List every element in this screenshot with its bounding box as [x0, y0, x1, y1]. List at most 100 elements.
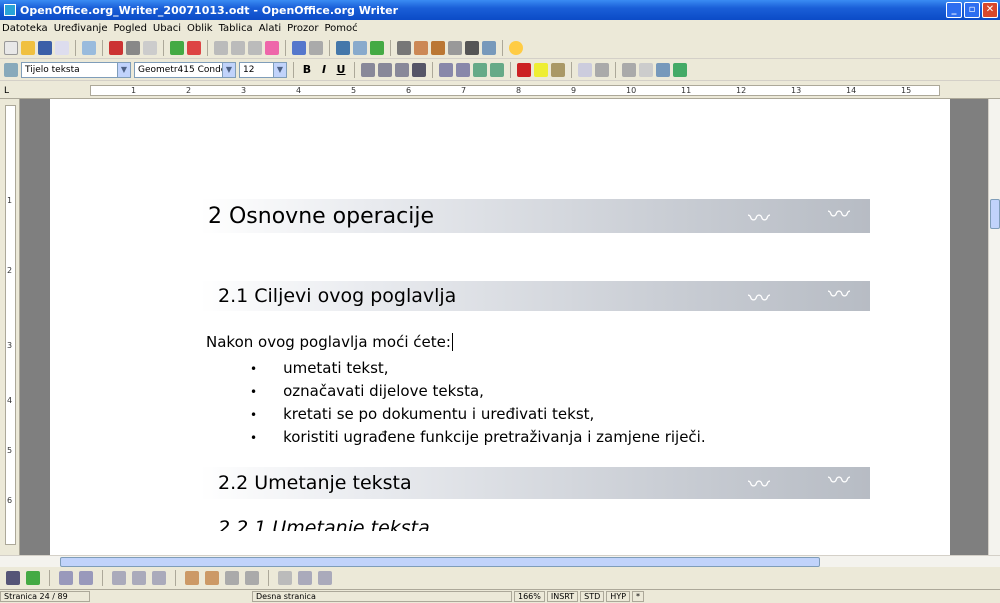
background-color-icon[interactable]	[551, 62, 565, 77]
menu-ubaci[interactable]: Ubaci	[153, 23, 181, 34]
align-left-icon[interactable]	[361, 62, 375, 77]
undo-icon[interactable]	[292, 40, 306, 55]
highlight-icon[interactable]	[534, 62, 548, 77]
points-icon[interactable]	[298, 571, 312, 585]
bullets-icon[interactable]	[456, 62, 470, 77]
open-folder-icon[interactable]	[21, 40, 35, 55]
vertical-ruler[interactable]: 1 2 3 4 5 6	[0, 99, 20, 555]
menu-tablica[interactable]: Tablica	[219, 23, 253, 34]
numbering-icon[interactable]	[439, 62, 453, 77]
heading-1[interactable]: 2 Osnovne operacije	[200, 204, 434, 229]
text-direction-icon[interactable]	[595, 62, 609, 77]
selection-mode-indicator[interactable]: STD	[580, 591, 605, 602]
list-item[interactable]: koristiti ugrađene funkcije pretraživanj…	[250, 426, 870, 449]
decrease-indent-icon[interactable]	[473, 62, 487, 77]
heading-3[interactable]: 2.2.1 Umetanje teksta	[200, 517, 870, 531]
hyperlink-icon[interactable]	[336, 40, 350, 55]
find-replace-icon[interactable]	[397, 40, 411, 55]
spellcheck-icon[interactable]	[170, 40, 184, 55]
help-icon[interactable]	[509, 40, 523, 55]
bold-button[interactable]: B	[300, 63, 314, 76]
menu-pomoc[interactable]: Pomoć	[325, 23, 358, 34]
ellipse-icon[interactable]	[79, 571, 93, 585]
increase-indent-icon[interactable]	[490, 62, 504, 77]
basic-shapes-icon[interactable]	[185, 571, 199, 585]
frame-icon[interactable]	[639, 62, 653, 77]
list-item[interactable]: označavati dijelove teksta,	[250, 380, 870, 403]
print-preview-icon[interactable]	[143, 40, 157, 55]
italic-button[interactable]: I	[317, 63, 331, 76]
menu-oblik[interactable]: Oblik	[187, 23, 213, 34]
image-icon[interactable]	[673, 62, 687, 77]
intro-paragraph[interactable]: Nakon ovog poglavlja moći ćete:​	[200, 333, 870, 351]
menu-datoteka[interactable]: Datoteka	[2, 23, 48, 34]
chevron-down-icon[interactable]: ▼	[117, 62, 130, 77]
heading-2-goals[interactable]: 2.1 Ciljevi ovog poglavlja	[200, 285, 456, 307]
document-page[interactable]: 2 Osnovne operacije 〰 〰 2.1 Ciljevi ovog…	[50, 99, 950, 555]
freeform-icon[interactable]	[112, 571, 126, 585]
copy-icon[interactable]	[231, 40, 245, 55]
autospell-icon[interactable]	[187, 40, 201, 55]
show-draw-icon[interactable]	[370, 40, 384, 55]
cut-icon[interactable]	[214, 40, 228, 55]
horizontal-scrollbar[interactable]	[0, 555, 1000, 567]
format-paintbrush-icon[interactable]	[265, 40, 279, 55]
text-frame[interactable]: 2 Osnovne operacije 〰 〰 2.1 Ciljevi ovog…	[200, 199, 870, 531]
horizontal-scroll-thumb[interactable]	[60, 557, 820, 567]
align-right-icon[interactable]	[395, 62, 409, 77]
chevron-down-icon[interactable]: ▼	[222, 62, 235, 77]
font-name-combo[interactable]: Geometr415 Condensed E ▼	[134, 61, 236, 78]
line-icon[interactable]	[26, 571, 40, 585]
page-style-indicator[interactable]: Desna stranica	[252, 591, 512, 602]
vertical-scrollbar[interactable]	[988, 99, 1000, 555]
menu-alati[interactable]: Alati	[259, 23, 281, 34]
menu-pogled[interactable]: Pogled	[114, 23, 147, 34]
zoom-indicator[interactable]: 166%	[514, 591, 545, 602]
edit-file-icon[interactable]	[82, 40, 96, 55]
font-size-combo[interactable]: 12 ▼	[239, 61, 287, 78]
page-indicator[interactable]: Stranica 24 / 89	[0, 591, 90, 602]
navigator-icon[interactable]	[414, 40, 428, 55]
datasources-icon[interactable]	[448, 40, 462, 55]
columns-icon[interactable]	[622, 62, 636, 77]
fontwork-icon[interactable]	[318, 571, 332, 585]
email-icon[interactable]	[55, 40, 69, 55]
vertical-scroll-thumb[interactable]	[990, 199, 1000, 229]
pilcrow-icon[interactable]	[465, 40, 479, 55]
paragraph-style-combo[interactable]: Tijelo teksta ▼	[21, 61, 131, 78]
rectangle-icon[interactable]	[59, 571, 73, 585]
export-pdf-icon[interactable]	[109, 40, 123, 55]
heading-2-insert[interactable]: 2.2 Umetanje teksta	[200, 472, 412, 494]
underline-button[interactable]: U	[334, 63, 348, 76]
table-icon[interactable]	[353, 40, 367, 55]
chart-icon[interactable]	[656, 62, 670, 77]
block-arrows-icon[interactable]	[225, 571, 239, 585]
justify-icon[interactable]	[412, 62, 426, 77]
stars-icon[interactable]	[278, 571, 292, 585]
font-color-icon[interactable]	[517, 62, 531, 77]
horizontal-ruler[interactable]: L 1 2 3 4 5 6 7 8 9 10 11 12 13 14 15	[0, 82, 1000, 99]
styles-icon[interactable]	[4, 62, 18, 77]
menu-uredivanje[interactable]: Uređivanje	[54, 23, 108, 34]
borders-icon[interactable]	[578, 62, 592, 77]
menu-prozor[interactable]: Prozor	[287, 23, 318, 34]
close-button[interactable]: ✕	[982, 2, 998, 18]
select-arrow-icon[interactable]	[6, 571, 20, 585]
flowchart-icon[interactable]	[245, 571, 259, 585]
zoom-icon[interactable]	[482, 40, 496, 55]
align-center-icon[interactable]	[378, 62, 392, 77]
chevron-down-icon[interactable]: ▼	[273, 62, 286, 77]
tab-stop-selector-icon[interactable]: L	[4, 86, 9, 96]
save-icon[interactable]	[38, 40, 52, 55]
list-item[interactable]: kretati se po dokumentu i uređivati teks…	[250, 403, 870, 426]
hyperlink-mode-indicator[interactable]: HYP	[606, 591, 631, 602]
list-item[interactable]: umetati tekst,	[250, 357, 870, 380]
print-icon[interactable]	[126, 40, 140, 55]
text-icon[interactable]	[132, 571, 146, 585]
new-document-icon[interactable]	[4, 40, 18, 55]
redo-icon[interactable]	[309, 40, 323, 55]
insert-mode-indicator[interactable]: INSRT	[546, 591, 579, 602]
maximize-button[interactable]: ▫	[964, 2, 980, 18]
gallery-icon[interactable]	[431, 40, 445, 55]
callout-icon[interactable]	[152, 571, 166, 585]
